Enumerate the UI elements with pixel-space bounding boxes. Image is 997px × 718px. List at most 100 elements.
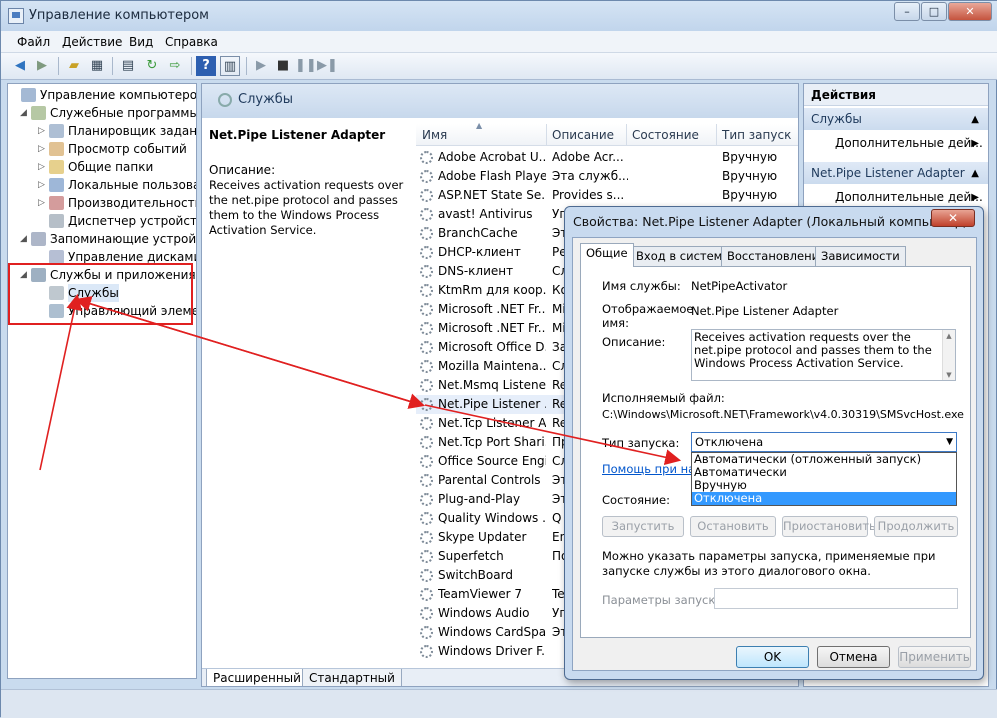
service-name-label: Имя службы: [602,279,681,293]
startup-option[interactable]: Отключена [692,492,956,505]
title-bar[interactable]: Управление компьютером – □ ✕ [1,1,997,31]
description-value: Receives activation requests over the ne… [694,330,932,370]
column-separator [626,124,627,146]
show-tree-icon[interactable]: ▦ [87,56,107,76]
service-gear-icon [420,455,433,468]
column-description[interactable]: Описание [552,128,614,142]
tree-expander-icon[interactable]: ◢ [20,104,28,122]
restart-icon[interactable]: ▶❚ [317,56,338,76]
startup-params-input[interactable] [714,588,958,609]
menu-help[interactable]: Справка [165,35,218,49]
pause-icon[interactable]: ❚❚ [295,56,317,76]
tree-expander-icon[interactable]: ▷ [38,122,46,140]
service-name: Net.Tcp Listener A... [438,416,546,430]
service-gear-icon [420,246,433,259]
tab-logon[interactable]: Вход в систему [630,246,736,266]
stop-icon[interactable]: ■ [273,56,293,76]
menu-file[interactable]: Файл [17,35,50,49]
service-name: Mozilla Maintena... [438,359,546,373]
tree-item-label: Локальные пользовате [68,178,196,192]
more-actions-netpipe[interactable]: Дополнительные дей... [835,190,983,204]
forward-icon[interactable]: ▶ [32,56,52,76]
resume-button[interactable]: Продолжить [874,516,958,537]
actions-section-netpipe[interactable]: Net.Pipe Listener Adapter [804,162,988,184]
tree-expander-icon[interactable]: ▷ [38,176,46,194]
service-name: ASP.NET State Se... [438,188,546,202]
service-row[interactable]: ASP.NET State Se... Provides s... Вручную [416,186,798,205]
startup-params-hint: Можно указать параметры запуска, применя… [602,549,936,578]
tab-standard[interactable]: Стандартный [302,669,402,686]
description-box[interactable]: Receives activation requests over the ne… [691,329,956,381]
properties-icon[interactable]: ▤ [118,56,138,76]
tree-node-icon [49,124,64,138]
tree-item-label: Планировщик заданий [68,124,197,138]
more-actions-services[interactable]: Дополнительные дей... [835,136,983,150]
tree-expander-icon[interactable]: ▷ [38,158,46,176]
actions-section-services[interactable]: Службы [804,108,988,130]
close-button[interactable]: ✕ [948,2,992,21]
service-gear-icon [420,588,433,601]
tree-node-icon [49,160,64,174]
tree-node-icon [21,88,36,102]
up-folder-icon[interactable]: ▰ [64,56,84,76]
tree-expander-icon[interactable]: ◢ [20,230,28,248]
tree-expander-icon[interactable]: ▷ [38,194,46,212]
export-icon[interactable]: ⇨ [165,56,185,76]
service-name: Net.Pipe Listener ... [438,397,546,411]
back-icon[interactable]: ◀ [10,56,30,76]
stop-button[interactable]: Остановить [690,516,776,537]
toolbar-separator [112,57,113,75]
service-gear-icon [420,170,433,183]
service-row[interactable]: Adobe Acrobat U... Adobe Acr... Вручную [416,148,798,167]
cancel-button[interactable]: Отмена [817,646,890,668]
services-list-header: Имя ▲ Описание Состояние Тип запуск [416,121,798,146]
service-gear-icon [420,284,433,297]
tree-expander-icon[interactable]: ▷ [38,140,46,158]
service-description: Adobe Acr... [552,150,624,164]
toggle-pane-icon[interactable]: ▥ [220,56,240,76]
column-name[interactable]: Имя [422,128,447,142]
menu-bar: Файл Действие Вид Справка [1,31,997,53]
state-label: Состояние: [602,493,670,507]
tree-node-icon [49,250,64,264]
startup-type-value: Отключена [695,435,764,449]
service-name: Windows Audio [438,606,530,620]
column-startup-type[interactable]: Тип запуск [722,128,791,142]
exe-path: C:\Windows\Microsoft.NET\Framework\v4.0.… [602,408,964,421]
ok-button[interactable]: OK [736,646,809,668]
sort-arrow-icon: ▲ [476,121,483,130]
collapse-arrow-icon[interactable]: ▲ [971,168,979,179]
service-row[interactable]: Adobe Flash Playe... Эта служб... Вручную [416,167,798,186]
service-name: Skype Updater [438,530,527,544]
maximize-button[interactable]: □ [921,2,947,21]
tab-dependencies[interactable]: Зависимости [815,246,906,266]
tab-general[interactable]: Общие [580,243,634,267]
refresh-icon[interactable]: ↻ [142,56,162,76]
tab-extended[interactable]: Расширенный [206,669,308,686]
apply-button[interactable]: Применить [898,646,971,668]
pause-button[interactable]: Приостановить [782,516,876,537]
window-title: Управление компьютером [29,8,209,23]
dialog-title: Свойства: Net.Pipe Listener Adapter (Лок… [573,214,968,229]
services-title: Службы [238,92,294,107]
start-button[interactable]: Запустить [602,516,684,537]
dialog-close-button[interactable]: ✕ [931,209,975,227]
service-gear-icon [420,227,433,240]
service-name: avast! Antivirus [438,207,533,221]
startup-type-select[interactable]: Отключена ▼ [691,432,957,452]
service-gear-icon [420,417,433,430]
menu-view[interactable]: Вид [129,35,153,49]
service-name: KtmRm для коор... [438,283,546,297]
menu-action[interactable]: Действие [62,35,122,49]
service-gear-icon [420,550,433,563]
play-icon[interactable]: ▶ [251,56,271,76]
minimize-button[interactable]: – [894,2,920,21]
tree-node-icon [49,196,64,210]
tree-item-label: Просмотр событий [68,142,187,156]
column-status[interactable]: Состояние [632,128,699,142]
column-separator [546,124,547,146]
collapse-arrow-icon[interactable]: ▲ [971,114,979,125]
annotation-highlight-box [8,263,193,325]
description-scrollbar[interactable]: ▲ ▼ [942,330,955,380]
help-icon[interactable]: ? [196,56,216,76]
